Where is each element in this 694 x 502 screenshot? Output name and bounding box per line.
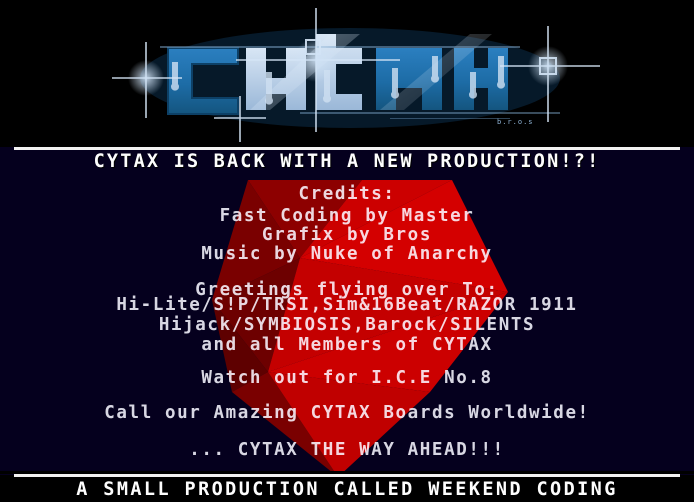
scroll-text-line: and all Members of CYTAX [201, 335, 493, 355]
scroll-text-line: Call our Amazing CYTAX Boards Worldwide! [104, 403, 590, 423]
scroll-text-line: Hi-Lite/S!P/TRSI,Sim&16Beat/RAZOR 1911 [116, 295, 578, 315]
logo-subtext: b.r.o.s [497, 118, 534, 126]
demo-screen: b.r.o.s Credits: Fast Coding by Master Gra… [0, 0, 694, 502]
scroll-text-line: Grafix by Bros [262, 225, 432, 245]
cytax-logo: b.r.o.s [0, 0, 694, 145]
logo-area: b.r.o.s [0, 0, 694, 145]
scroll-text-line: Watch out for I.C.E No.8 [201, 368, 493, 388]
top-banner-text: CYTAX IS BACK WITH A NEW PRODUCTION!?! [93, 151, 601, 172]
scroll-text-line: Fast Coding by Master [219, 206, 475, 226]
scroll-text-line: Music by Nuke of Anarchy [201, 244, 493, 264]
bottom-banner-text: A SMALL PRODUCTION CALLED WEEKEND CODING [76, 479, 618, 500]
scroll-text-line: Credits: [298, 184, 396, 204]
scroll-text-line: Hijack/SYMBIOSIS,Barock/SILENTS [158, 315, 536, 335]
scroll-text-line: ... CYTAX THE WAY AHEAD!!! [189, 440, 505, 460]
text-field: Credits: Fast Coding by Master Grafix by B… [0, 145, 694, 475]
